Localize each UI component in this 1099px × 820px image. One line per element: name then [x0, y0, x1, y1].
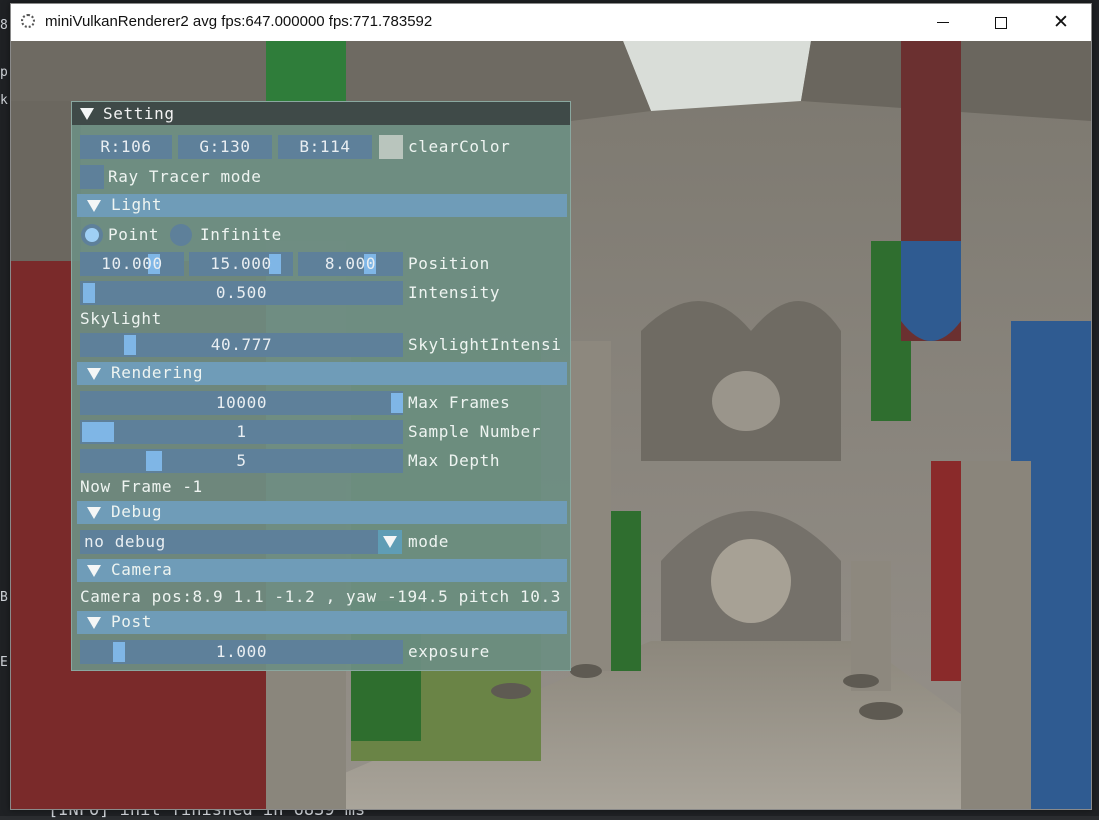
- max-frames-value: 10000: [215, 393, 268, 412]
- close-button[interactable]: ✕: [1032, 4, 1090, 41]
- collapse-arrow-icon: [87, 565, 101, 577]
- clear-color-swatch[interactable]: [379, 135, 403, 159]
- minimize-button[interactable]: [914, 4, 972, 41]
- position-x-value: 10.000: [101, 254, 163, 273]
- max-depth-slider[interactable]: 5: [80, 449, 403, 473]
- slider-grab: [391, 393, 403, 413]
- post-section-header[interactable]: Post: [77, 611, 567, 634]
- collapse-arrow-icon[interactable]: [80, 108, 94, 120]
- debug-mode-combo[interactable]: no debug: [80, 530, 378, 554]
- collapse-arrow-icon: [87, 368, 101, 380]
- camera-info-text: Camera pos:8.9 1.1 -1.2 , yaw -194.5 pit…: [80, 587, 561, 606]
- maximize-icon: [995, 16, 1007, 29]
- infinite-light-radio[interactable]: [170, 224, 192, 246]
- point-light-label: Point: [108, 225, 160, 244]
- skylight-intensity-slider[interactable]: 40.777: [80, 333, 403, 357]
- exposure-label: exposure: [408, 642, 490, 661]
- light-section-header[interactable]: Light: [77, 194, 567, 217]
- debug-header-label: Debug: [111, 502, 163, 521]
- clear-color-r-field[interactable]: R:106: [80, 135, 172, 159]
- now-frame-text: Now Frame -1: [80, 477, 203, 496]
- position-y-drag[interactable]: 15.000: [189, 252, 293, 276]
- editor-gutter-glyph: p: [0, 65, 8, 80]
- post-header-label: Post: [111, 612, 152, 631]
- title-bar[interactable]: miniVulkanRenderer2 avg fps:647.000000 f…: [11, 4, 1091, 41]
- editor-gutter-glyph: E: [0, 655, 8, 670]
- collapse-arrow-icon: [87, 507, 101, 519]
- light-header-label: Light: [111, 195, 163, 214]
- max-depth-label: Max Depth: [408, 451, 501, 470]
- slider-grab: [113, 642, 125, 662]
- close-icon: ✕: [1053, 11, 1069, 33]
- intensity-label: Intensity: [408, 283, 501, 302]
- app-icon: [21, 14, 35, 28]
- editor-gutter-glyph: B: [0, 590, 8, 605]
- collapse-arrow-icon: [87, 200, 101, 212]
- rendering-section-header[interactable]: Rendering: [77, 362, 567, 385]
- position-z-drag[interactable]: 8.000: [298, 252, 403, 276]
- maximize-button[interactable]: [972, 4, 1030, 41]
- ray-tracer-label: Ray Tracer mode: [108, 167, 262, 186]
- exposure-value: 1.000: [215, 642, 268, 661]
- skylight-intensity-value: 40.777: [210, 335, 273, 354]
- renderer-window: miniVulkanRenderer2 avg fps:647.000000 f…: [10, 3, 1092, 810]
- slider-grab: [146, 451, 162, 471]
- max-frames-slider[interactable]: 10000: [80, 391, 403, 415]
- position-label: Position: [408, 254, 490, 273]
- point-light-radio[interactable]: [81, 224, 103, 246]
- collapse-arrow-icon: [87, 617, 101, 629]
- editor-gutter-glyph: 8: [0, 18, 8, 33]
- position-y-value: 15.000: [210, 254, 272, 273]
- clear-color-label: clearColor: [408, 137, 511, 156]
- rendering-header-label: Rendering: [111, 363, 204, 382]
- sample-number-label: Sample Number: [408, 422, 542, 441]
- clear-color-b-field[interactable]: B:114: [278, 135, 372, 159]
- skylight-text: Skylight: [80, 309, 162, 328]
- chevron-down-icon: [383, 536, 397, 548]
- sample-number-value: 1: [236, 422, 247, 441]
- camera-section-header[interactable]: Camera: [77, 559, 567, 582]
- render-viewport[interactable]: Setting R:106 G:130 B:114 clearColor Ray…: [11, 41, 1091, 809]
- exposure-slider[interactable]: 1.000: [80, 640, 403, 664]
- window-title: miniVulkanRenderer2 avg fps:647.000000 f…: [45, 13, 433, 30]
- minimize-icon: [937, 22, 949, 23]
- debug-section-header[interactable]: Debug: [77, 501, 567, 524]
- ray-tracer-checkbox[interactable]: [80, 165, 104, 189]
- slider-grab: [124, 335, 136, 355]
- slider-grab: [82, 422, 114, 442]
- settings-panel-title: Setting: [103, 104, 175, 123]
- position-z-value: 8.000: [324, 254, 377, 273]
- infinite-light-label: Infinite: [200, 225, 282, 244]
- slider-grab: [83, 283, 95, 303]
- settings-panel-titlebar[interactable]: Setting: [72, 102, 570, 125]
- intensity-value: 0.500: [215, 283, 268, 302]
- settings-panel[interactable]: Setting R:106 G:130 B:114 clearColor Ray…: [71, 101, 571, 671]
- editor-gutter-glyph: k: [0, 93, 8, 108]
- clear-color-g-field[interactable]: G:130: [178, 135, 272, 159]
- sample-number-slider[interactable]: 1: [80, 420, 403, 444]
- intensity-slider[interactable]: 0.500: [80, 281, 403, 305]
- position-x-drag[interactable]: 10.000: [80, 252, 184, 276]
- debug-mode-combo-arrow[interactable]: [378, 530, 402, 554]
- skylight-intensity-label: SkylightIntensi: [408, 335, 562, 354]
- debug-mode-label: mode: [408, 532, 449, 551]
- max-frames-label: Max Frames: [408, 393, 511, 412]
- max-depth-value: 5: [236, 451, 247, 470]
- camera-header-label: Camera: [111, 560, 173, 579]
